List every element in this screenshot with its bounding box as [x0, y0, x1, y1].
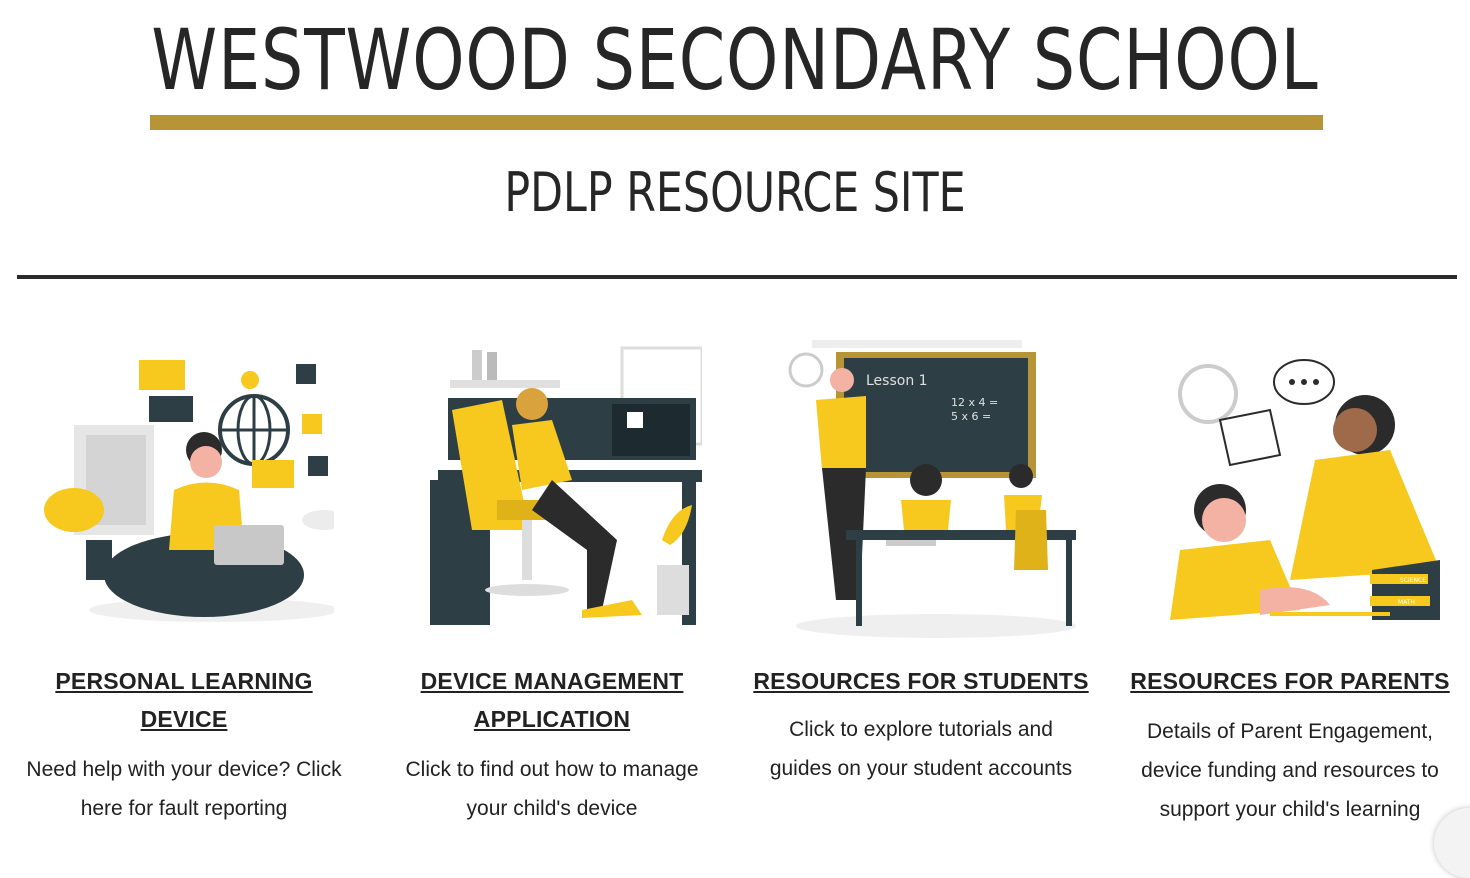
- card-description: Click to find out how to manage your chi…: [405, 758, 699, 820]
- card-device-management-application[interactable]: DEVICE MANAGEMENT APPLICATION Click to f…: [382, 330, 722, 828]
- card-personal-learning-device[interactable]: PERSONAL LEARNING DEVICE Need help with …: [14, 330, 354, 828]
- woman-with-laptop-illustration: [44, 360, 334, 622]
- card-title[interactable]: PERSONAL LEARNING DEVICE: [14, 662, 354, 738]
- card-description: Need help with your device? Click here f…: [26, 758, 342, 820]
- card-title[interactable]: RESOURCES FOR PARENTS: [1120, 662, 1460, 700]
- section-divider: [17, 275, 1457, 279]
- page-subtitle: PDLP RESOURCE SITE: [504, 161, 966, 224]
- card-resources-for-parents[interactable]: SCIENCE MATH RESOURCES FOR PARENTS Detai…: [1120, 330, 1460, 829]
- page-title: WESTWOOD SECONDARY SCHOOL: [151, 11, 1319, 109]
- card-description: Details of Parent Engagement, device fun…: [1141, 720, 1439, 821]
- person-at-computer-desk-illustration: [430, 346, 702, 625]
- book-label-2: MATH: [1398, 599, 1415, 606]
- board-math-2: 5 x 6 =: [951, 410, 991, 423]
- gold-underline: [150, 115, 1323, 130]
- card-description: Click to explore tutorials and guides on…: [769, 718, 1073, 780]
- card-title[interactable]: RESOURCES FOR STUDENTS: [751, 662, 1091, 700]
- board-text: Lesson 1: [866, 373, 928, 389]
- book-label-1: SCIENCE: [1400, 577, 1426, 584]
- card-title[interactable]: DEVICE MANAGEMENT APPLICATION: [382, 662, 722, 738]
- card-resources-for-students[interactable]: Lesson 1 12 x 4 = 5 x 6 = RESOURCES FOR …: [751, 330, 1091, 788]
- classroom-teacher-illustration: Lesson 1 12 x 4 = 5 x 6 =: [788, 340, 1076, 638]
- parent-helping-child-illustration: SCIENCE MATH: [1170, 359, 1440, 620]
- board-math-1: 12 x 4 =: [951, 396, 998, 409]
